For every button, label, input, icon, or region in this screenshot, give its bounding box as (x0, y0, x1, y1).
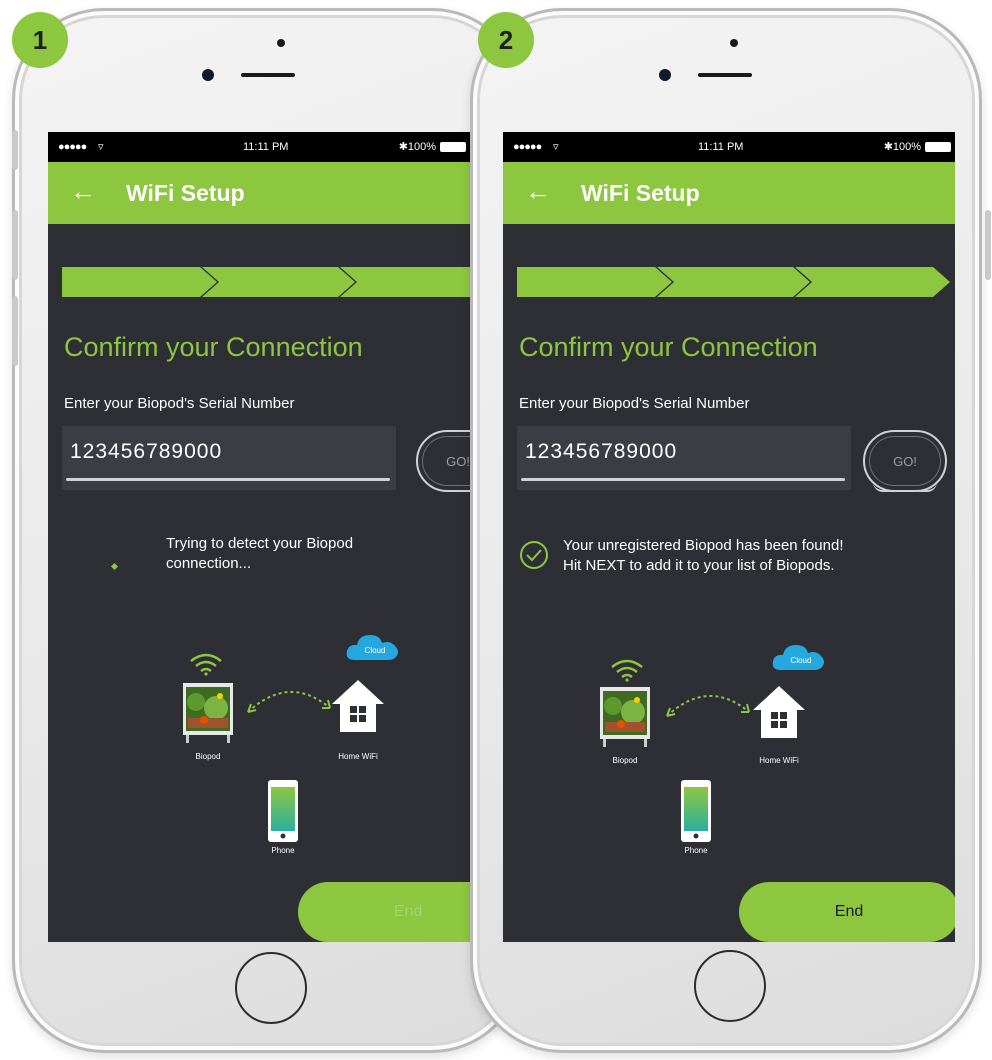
sync-arrow-icon (247, 690, 331, 713)
earpiece-speaker (698, 73, 752, 77)
section-heading: Confirm your Connection (64, 332, 363, 362)
signal-icon: ●●●●● (58, 141, 87, 153)
serial-number-value[interactable]: 123456789000 (70, 440, 222, 464)
connection-diagram: Cloud Biopod Home WiFi Phone (48, 632, 470, 892)
volume-down-button (12, 296, 18, 366)
battery-percent: 100% (407, 141, 436, 153)
step-badge-2: 2 (478, 12, 534, 68)
home-wifi-label: Home WiFi (759, 756, 799, 765)
progress-step-2 (202, 267, 355, 297)
end-button[interactable]: End (739, 882, 955, 942)
mute-switch (12, 130, 18, 170)
front-camera (202, 69, 214, 81)
signal-icon: ●●●●● (513, 141, 542, 153)
front-camera (659, 69, 671, 81)
app-bar: ← WiFi Setup (503, 162, 955, 224)
status-line-2: connection... (166, 555, 252, 572)
wizard-progress-bar (517, 267, 950, 297)
phone-label: Phone (271, 846, 295, 855)
progress-step-3 (340, 267, 470, 297)
section-heading: Confirm your Connection (519, 332, 818, 362)
progress-step-3 (795, 267, 950, 297)
wizard-progress-bar (62, 267, 470, 297)
home-wifi-house-icon (753, 686, 805, 738)
step-badge-1: 1 (12, 12, 68, 68)
go-button[interactable]: GO! (416, 430, 470, 492)
status-line-1: Trying to detect your Biopod (166, 535, 354, 552)
end-button[interactable]: End (298, 882, 470, 942)
biopod-label: Biopod (195, 752, 221, 761)
serial-number-label: Enter your Biopod's Serial Number (519, 395, 750, 412)
bluetooth-icon: ✱ (883, 141, 893, 153)
serial-number-label: Enter your Biopod's Serial Number (64, 395, 295, 412)
proximity-sensor (730, 39, 738, 47)
battery-percent: 100% (892, 141, 921, 153)
progress-step-1 (62, 267, 217, 297)
connection-diagram: Cloud Biopod Home WiFi Phone (503, 642, 955, 902)
battery-icon (925, 142, 951, 152)
arrow-left-icon[interactable]: ← (525, 176, 551, 207)
status-line-1: Your unregistered Biopod has been found! (563, 537, 844, 554)
cloud-label: Cloud (790, 656, 812, 665)
progress-step-2 (657, 267, 810, 297)
status-bar: ●●●●● ▿ 11:11 PM ✱ 100% (48, 132, 470, 162)
status-bar: ●●●●● ▿ 11:11 PM ✱ 100% (503, 132, 955, 162)
cloud-label: Cloud (364, 646, 386, 655)
field-underline (521, 478, 845, 481)
status-line-2: Hit NEXT to add it to your list of Biopo… (563, 557, 835, 574)
serial-number-field[interactable]: 123456789000 (62, 426, 396, 490)
wifi-status-icon: ▿ (98, 141, 104, 153)
volume-up-button (12, 210, 18, 280)
go-button-shadow (873, 482, 937, 492)
arrow-left-icon[interactable]: ← (70, 176, 96, 207)
sync-arrow-icon (666, 694, 750, 717)
home-button (694, 950, 766, 1022)
app-bar: ← WiFi Setup (48, 162, 470, 224)
field-underline (66, 478, 390, 481)
power-button (985, 210, 991, 280)
smartphone-icon (681, 780, 711, 842)
page-title: WiFi Setup (126, 180, 245, 206)
detection-status-message: Trying to detect your Biopod connection.… (166, 534, 353, 574)
page-title: WiFi Setup (581, 180, 700, 206)
status-time: 11:11 PM (243, 141, 289, 153)
biopod-label: Biopod (612, 756, 638, 765)
loading-spinner-icon (110, 562, 119, 571)
app-screen: ●●●●● ▿ 11:11 PM ✱ 100% ← WiFi Setup Con… (48, 132, 470, 942)
check-circle-icon (520, 541, 548, 569)
phone-mockup-step-2: ●●●●● ▿ 11:11 PM ✱ 100% ← WiFi Setup Con… (470, 8, 982, 1053)
serial-number-field[interactable]: 123456789000 (517, 426, 851, 490)
smartphone-icon (268, 780, 298, 842)
home-button (235, 952, 307, 1024)
phone-label: Phone (684, 846, 708, 855)
serial-number-value[interactable]: 123456789000 (525, 440, 677, 464)
proximity-sensor (277, 39, 285, 47)
home-wifi-house-icon (332, 680, 384, 732)
detection-status-message: Your unregistered Biopod has been found!… (563, 536, 844, 576)
wifi-status-icon: ▿ (553, 141, 559, 153)
wifi-icon (190, 653, 222, 676)
biopod-terrarium-icon (183, 683, 233, 743)
status-time: 11:11 PM (698, 141, 744, 153)
phone-mockup-step-1: ●●●●● ▿ 11:11 PM ✱ 100% ← WiFi Setup Con… (12, 8, 524, 1053)
biopod-terrarium-icon (600, 687, 650, 747)
bluetooth-icon: ✱ (398, 141, 408, 153)
app-screen: ●●●●● ▿ 11:11 PM ✱ 100% ← WiFi Setup Con… (503, 132, 955, 942)
earpiece-speaker (241, 73, 295, 77)
home-wifi-label: Home WiFi (338, 752, 378, 761)
wifi-icon (611, 659, 643, 682)
progress-step-1 (517, 267, 672, 297)
battery-icon (440, 142, 466, 152)
